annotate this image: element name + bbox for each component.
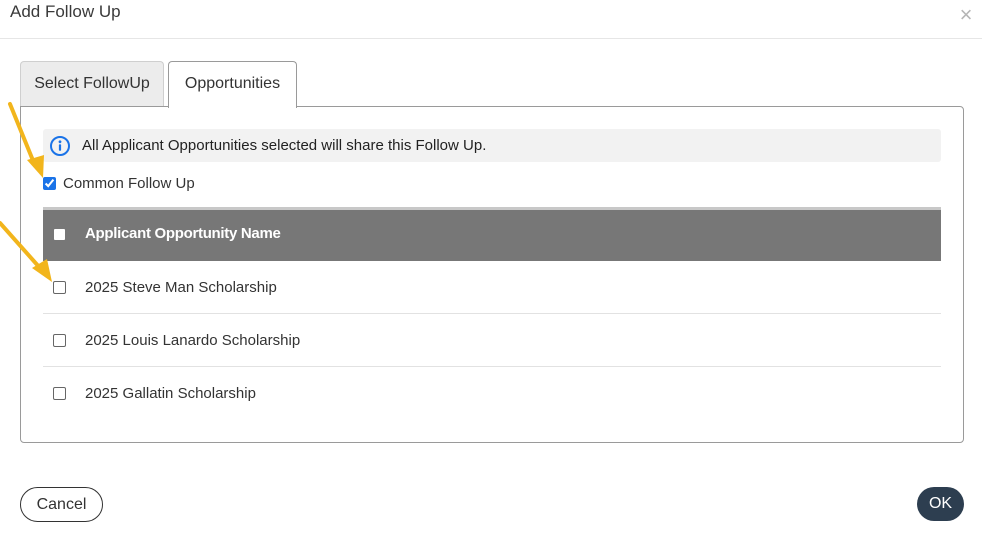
close-icon[interactable]: ×	[955, 4, 977, 26]
ok-button[interactable]: OK	[917, 487, 964, 521]
row-name: 2025 Louis Lanardo Scholarship	[85, 332, 301, 349]
tab-opportunities[interactable]: Opportunities	[168, 61, 297, 108]
info-text: All Applicant Opportunities selected wil…	[82, 137, 487, 154]
row-checkbox[interactable]	[53, 387, 66, 400]
row-checkbox[interactable]	[53, 334, 66, 347]
annotation-arrow-icon	[0, 102, 52, 282]
column-header-opportunity-name: Applicant Opportunity Name	[85, 225, 281, 242]
row-name: 2025 Gallatin Scholarship	[85, 385, 256, 402]
title-divider	[0, 38, 982, 39]
cancel-button[interactable]: Cancel	[20, 487, 103, 522]
row-name: 2025 Steve Man Scholarship	[85, 279, 277, 296]
